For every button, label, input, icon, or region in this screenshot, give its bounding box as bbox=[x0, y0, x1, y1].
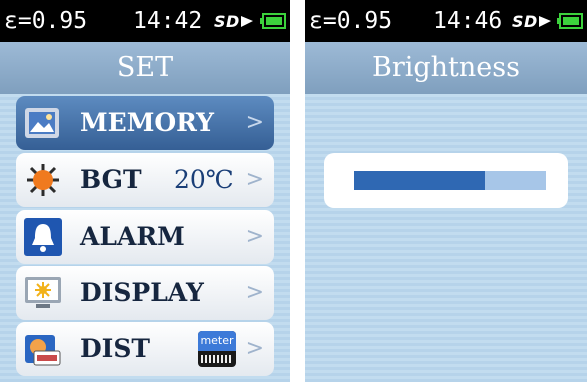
bell-icon bbox=[24, 218, 62, 256]
brightness-screen: ε=0.95 14:46 S D Brightness bbox=[305, 0, 587, 382]
svg-text:D: D bbox=[524, 12, 537, 30]
menu-item-label: BGT bbox=[80, 165, 142, 194]
set-menu-screen: ε=0.95 14:42 S D SET MEMORY > BGT 20℃ > … bbox=[0, 0, 290, 382]
battery-icon bbox=[557, 13, 583, 29]
svg-text:D: D bbox=[226, 12, 239, 30]
chevron-right-icon: > bbox=[245, 167, 264, 192]
menu-item-display[interactable]: DISPLAY > bbox=[16, 266, 274, 320]
menu-item-label: DISPLAY bbox=[80, 278, 204, 307]
chevron-right-icon: > bbox=[245, 280, 264, 305]
emissivity-readout: ε=0.95 bbox=[4, 8, 88, 34]
brightness-level-fill bbox=[354, 171, 485, 190]
page-title: Brightness bbox=[305, 42, 587, 94]
svg-text:S: S bbox=[512, 12, 524, 30]
menu-item-bgt[interactable]: BGT 20℃ > bbox=[16, 153, 274, 207]
battery-icon bbox=[260, 13, 286, 29]
menu-item-label: MEMORY bbox=[80, 108, 215, 137]
menu-item-dist[interactable]: DIST meter > bbox=[16, 322, 274, 376]
status-bar: ε=0.95 14:46 S D bbox=[305, 0, 587, 42]
menu-item-alarm[interactable]: ALARM > bbox=[16, 210, 274, 264]
brightness-panel bbox=[324, 153, 568, 208]
bgt-value: 20℃ bbox=[174, 165, 234, 194]
menu-item-label: DIST bbox=[80, 334, 151, 363]
sun-icon bbox=[27, 164, 59, 196]
emissivity-readout: ε=0.95 bbox=[309, 8, 393, 34]
chevron-right-icon: > bbox=[245, 224, 264, 249]
meter-badge-label: meter bbox=[198, 331, 236, 351]
memory-icon bbox=[25, 108, 59, 138]
chevron-right-icon: > bbox=[245, 110, 264, 135]
menu-item-label: ALARM bbox=[80, 222, 185, 251]
brightness-slider[interactable] bbox=[354, 171, 546, 190]
svg-text:S: S bbox=[214, 12, 226, 30]
distance-icon bbox=[25, 335, 61, 366]
chevron-right-icon: > bbox=[245, 336, 264, 361]
status-bar: ε=0.95 14:42 S D bbox=[0, 0, 290, 42]
clock: 14:46 bbox=[433, 8, 503, 34]
sd-card-icon: S D bbox=[214, 12, 253, 30]
clock: 14:42 bbox=[133, 8, 203, 34]
sd-card-icon: S D bbox=[512, 12, 551, 30]
ruler-scale bbox=[201, 355, 233, 363]
menu-item-memory[interactable]: MEMORY > bbox=[16, 96, 274, 150]
page-title: SET bbox=[0, 42, 290, 94]
display-icon bbox=[25, 277, 61, 308]
meter-badge-icon: meter bbox=[198, 331, 236, 367]
